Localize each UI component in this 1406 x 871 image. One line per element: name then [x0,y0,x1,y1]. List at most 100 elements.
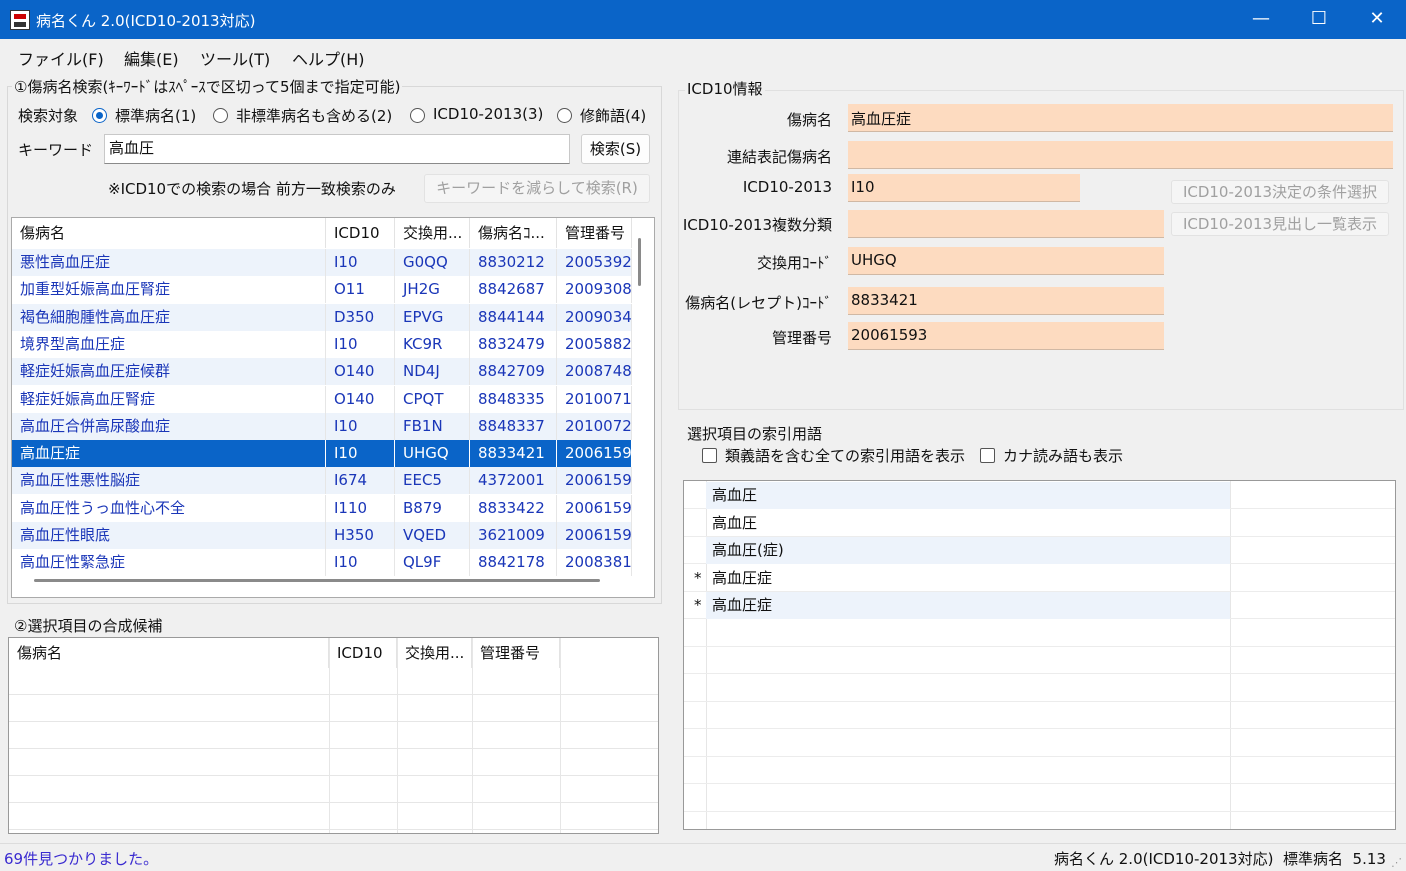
menu-tools[interactable]: ツール(T) [200,46,270,70]
mgmt-number-field[interactable]: 20061593 [848,322,1164,350]
multi-class-field[interactable] [848,210,1164,238]
menu-edit[interactable]: 編集(E) [124,46,179,70]
disease-name-field[interactable]: 高血圧症 [848,104,1393,132]
list-item[interactable]: * 高血圧症 [684,565,1395,592]
col-header-mgmt[interactable]: 管理番号 [557,218,632,248]
radio-nonstandard-label[interactable]: 非標準病名も含める(2) [236,105,392,126]
cell-code: 8844144 [470,303,557,331]
receipt-code-label: 傷病名(レセプト)ｺｰﾄﾞ [685,294,832,312]
cell-code: 8848337 [470,412,557,440]
close-button[interactable]: ✕ [1348,0,1406,39]
cell-code: 8833421 [470,440,557,468]
index-terms-list[interactable]: 高血圧 高血圧 高血圧(症) * 高血圧症 * 高血圧症 [683,480,1396,830]
minimize-button[interactable]: — [1232,0,1290,39]
cell-mgmt: 20087487 [557,358,632,386]
radio-standard[interactable] [92,108,107,123]
reduce-keywords-button[interactable]: キーワードを減らして検索(R) [424,174,650,203]
radio-modifier[interactable] [557,108,572,123]
table-row[interactable]: 軽症妊娠高血圧腎症O140CPQT884833520100719 [12,385,632,413]
table-row[interactable]: 高血圧合併高尿酸血症I10FB1N884833720100722 [12,412,632,440]
table-row[interactable]: 境界型高血圧症I10KC9R883247920058827 [12,330,632,358]
list-item[interactable]: 高血圧 [684,482,1395,509]
horizontal-scrollbar[interactable] [34,579,600,582]
search-button[interactable]: 検索(S) [581,134,650,164]
keyword-input[interactable]: 高血圧 [104,134,570,164]
resize-grip-icon[interactable]: ⋰ [1391,856,1402,869]
table-row[interactable]: 高血圧性眼底H350VQED362100920061596 [12,522,632,549]
app-icon [10,10,30,30]
cell-code: 4372001 [470,467,557,495]
cell-code: 3621009 [470,522,557,549]
receipt-code-field[interactable]: 8833421 [848,287,1164,315]
cell-code: 8842687 [470,276,557,304]
empty-row [9,668,658,695]
menu-help[interactable]: ヘルプ(H) [292,46,365,70]
synonyms-checkbox[interactable] [702,448,717,463]
disease-name-label: 傷病名 [786,111,832,129]
cell-mgmt: 20083815 [557,549,632,577]
linked-name-field[interactable] [848,141,1393,169]
cell-mgmt: 20058827 [557,330,632,358]
col-header-code[interactable]: 傷病名ｺ... [470,218,557,248]
cand-col-mgmt[interactable]: 管理番号 [472,638,560,668]
radio-modifier-label[interactable]: 修飾語(4) [580,105,646,126]
empty-row [684,730,1395,757]
candidates-list[interactable]: 傷病名 ICD10 交換用... 管理番号 [8,637,659,834]
cell-icd10: I10 [326,249,395,276]
cell-name: 高血圧性悪性脳症 [12,467,326,495]
kana-checkbox[interactable] [980,448,995,463]
results-list[interactable]: 傷病名 ICD10 交換用... 傷病名ｺ... 管理番号 悪性高血圧症 I10 G… [11,217,655,598]
list-item[interactable]: * 高血圧症 [684,592,1395,619]
cand-col-exchange[interactable]: 交換用... [397,638,472,668]
table-row[interactable]: 高血圧性緊急症I10QL9F884217820083815 [12,549,632,577]
cell-exchange: B879 [395,494,470,522]
maximize-button[interactable]: ☐ [1290,0,1348,39]
table-row[interactable]: 褐色細胞腫性高血圧症D350EPVG884414420090344 [12,303,632,331]
cell-exchange: ND4J [395,358,470,386]
search-target-label: 検索対象 [18,107,79,125]
radio-icd10[interactable] [410,108,425,123]
headings-list-button[interactable]: ICD10-2013見出し一覧表示 [1171,212,1389,236]
table-row[interactable]: 軽症妊娠高血圧症候群O140ND4J884270920087487 [12,358,632,386]
empty-row [9,695,658,722]
cell-code: 8842709 [470,358,557,386]
cell-name: 悪性高血圧症 [12,249,326,276]
cell-icd10: I10 [326,330,395,358]
cell-name: 加重型妊娠高血圧腎症 [12,276,326,304]
cell-mgmt: 20061593 [557,440,632,468]
radio-standard-label[interactable]: 標準病名(1) [115,105,196,126]
table-row[interactable]: 加重型妊娠高血圧腎症O11JH2G884268720093084 [12,276,632,304]
empty-row [9,749,658,776]
col-header-name[interactable]: 傷病名 [12,218,326,248]
list-item[interactable]: 高血圧(症) [684,537,1395,564]
icd-code-field[interactable]: I10 [848,174,1080,202]
cell-exchange: EEC5 [395,467,470,495]
table-row[interactable]: 悪性高血圧症I10G0QQ883021220053925 [12,249,632,276]
cell-icd10: I110 [326,494,395,522]
cand-col-icd10[interactable]: ICD10 [329,638,397,668]
cell-code: 8830212 [470,249,557,276]
vertical-scrollbar[interactable] [638,238,641,286]
title-bar: 病名くん 2.0(ICD10-2013対応) — ☐ ✕ [0,0,1406,39]
condition-select-button[interactable]: ICD10-2013決定の条件選択 [1171,180,1389,204]
table-row[interactable]: 高血圧性うっ血性心不全I110B879883342220061594 [12,494,632,522]
table-row[interactable]: 高血圧性悪性脳症I674EEC5437200120061595 [12,467,632,495]
mgmt-number-label: 管理番号 [771,329,832,347]
col-header-exchange[interactable]: 交換用... [395,218,470,248]
cell-mgmt: 20053925 [557,249,632,276]
cell-mgmt: 20090344 [557,303,632,331]
list-item[interactable]: 高血圧 [684,510,1395,537]
menu-file[interactable]: ファイル(F) [18,46,104,70]
synonyms-checkbox-label[interactable]: 類義語を含む全ての索引用語を表示 [725,445,965,466]
status-bar: 69件見つかりました。 病名くん 2.0(ICD10-2013対応) 標準病名 … [0,843,1406,871]
table-row[interactable]: 高血圧症I10UHGQ883342120061593 [12,440,632,468]
radio-nonstandard[interactable] [213,108,228,123]
exchange-code-field[interactable]: UHGQ [848,247,1164,275]
multi-class-label: ICD10-2013複数分類 [682,216,832,234]
empty-row [9,803,658,830]
radio-icd10-label[interactable]: ICD10-2013(3) [433,105,543,123]
col-header-icd10[interactable]: ICD10 [326,218,395,248]
kana-checkbox-label[interactable]: カナ読み語も表示 [1003,445,1123,466]
cell-icd10: O140 [326,358,395,386]
cand-col-name[interactable]: 傷病名 [9,638,329,668]
